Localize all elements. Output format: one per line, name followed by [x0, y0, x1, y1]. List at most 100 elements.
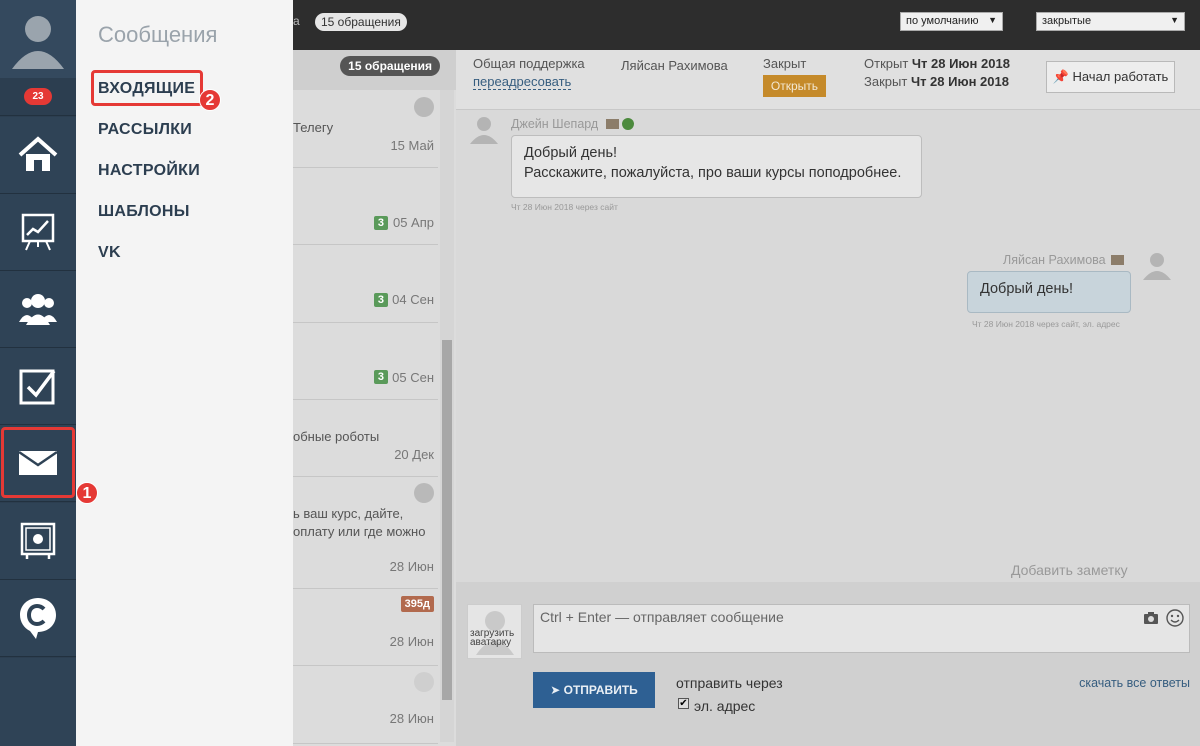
messages-menu: Сообщения ВХОДЯЩИЕ РАССЫЛКИ НАСТРОЙКИ ША… — [76, 0, 293, 746]
user-avatar-icon — [1143, 253, 1171, 280]
list-item[interactable]: ь ваш курс, дайте, оплату или где можно … — [293, 477, 438, 589]
highlight-inbox-item — [91, 70, 203, 106]
list-item[interactable]: Телегу 15 Май — [293, 90, 438, 168]
list-item-date: 04 Сен — [392, 292, 434, 307]
scrollbar-thumb[interactable] — [442, 340, 452, 700]
list-item-date: 28 Июн — [389, 559, 434, 574]
list-item[interactable]: 3 05 Апр — [293, 168, 438, 245]
user-avatar-icon — [470, 117, 498, 144]
list-item[interactable]: 395д 28 Июн — [293, 589, 438, 666]
notifications[interactable]: 23 — [0, 78, 76, 116]
list-item-text: оплату или где можно — [293, 524, 426, 539]
rail-item-brand[interactable] — [0, 580, 76, 657]
checkbox-icon — [19, 369, 56, 405]
message-bubble: Добрый день! — [967, 271, 1131, 313]
notification-badge: 23 — [24, 88, 52, 105]
list-item-date: 20 Дек — [394, 447, 434, 462]
open-button[interactable]: Открыть — [763, 75, 826, 97]
brand-c-icon — [20, 598, 56, 639]
send-button-label: ОТПРАВИТЬ — [563, 683, 638, 697]
pin-icon: 📌 — [1052, 69, 1069, 84]
top-bar: а 15 обращения по умолчанию ▼ закрытые ▼ — [293, 0, 1200, 50]
home-icon — [18, 136, 58, 171]
redirect-link[interactable]: переадресовать — [473, 74, 572, 90]
upload-avatar-caption: загрузить аватарку — [470, 628, 515, 648]
list-item-date: 05 Сен — [392, 370, 434, 385]
online-status-icon — [622, 118, 634, 130]
message-input[interactable]: Ctrl + Enter — отправляет сообщение — [533, 604, 1190, 653]
conversation-list: 15 обращения Телегу 15 Май 3 05 Апр 3 04… — [293, 50, 456, 746]
opened-date: Чт 28 Июн 2018 — [911, 56, 1010, 71]
opened-label: Открыт — [864, 56, 909, 71]
user-profile[interactable] — [0, 0, 76, 78]
list-item-text: ь ваш курс, дайте, — [293, 506, 404, 521]
message-text: Добрый день! — [980, 281, 1074, 297]
start-work-label: Начал работать — [1072, 69, 1169, 84]
chart-board-icon — [21, 213, 55, 251]
app: а 15 обращения по умолчанию ▼ закрытые ▼ 1… — [0, 0, 1200, 746]
list-item[interactable]: 3 05 Сен — [293, 323, 438, 400]
menu-item-mailings[interactable]: РАССЫЛКИ — [98, 121, 192, 139]
menu-item-settings[interactable]: НАСТРОЙКИ — [98, 162, 200, 180]
unread-badge: 3 — [373, 216, 388, 230]
email-option-label: эл. адрес — [694, 698, 756, 714]
user-avatar-icon — [12, 16, 64, 69]
rail-item-users[interactable] — [0, 271, 76, 348]
list-item-date: 15 Май — [390, 138, 434, 153]
add-note-link[interactable]: Добавить заметку — [1011, 562, 1128, 578]
message-text: Добрый день! — [524, 145, 618, 161]
unread-badge: 3 — [373, 293, 388, 307]
list-item[interactable]: обные роботы 20 Дек — [293, 400, 438, 477]
message-bubble: Добрый день! Расскажите, пожалуйста, про… — [511, 135, 922, 198]
age-badge: 395д — [400, 596, 434, 612]
list-item-date: 28 Июн — [389, 711, 434, 726]
email-checkbox[interactable]: ✔ — [678, 698, 689, 709]
menu-item-vk[interactable]: VK — [98, 244, 121, 262]
topbar-fragment: а — [293, 14, 300, 28]
sort-select-value: по умолчанию — [906, 15, 979, 27]
emoji-icon[interactable] — [1166, 609, 1184, 627]
rail-item-home[interactable] — [0, 117, 76, 194]
avatar — [414, 97, 434, 117]
avatar — [414, 483, 434, 503]
menu-item-templates[interactable]: ШАБЛОНЫ — [98, 203, 190, 221]
left-rail: 23 — [0, 0, 76, 746]
message-author: Джейн Шепард — [511, 117, 599, 131]
rail-item-analytics[interactable] — [0, 194, 76, 271]
list-item-date: 28 Июн — [389, 634, 434, 649]
download-answers-link[interactable]: скачать все ответы — [1079, 676, 1190, 690]
message-meta: Чт 28 Июн 2018 через сайт, эл. адрес — [972, 319, 1120, 329]
list-item[interactable]: 28 Июн — [293, 666, 438, 744]
send-button[interactable]: ➤ ОТПРАВИТЬ — [533, 672, 655, 708]
start-work-button[interactable]: 📌 Начал работать — [1046, 61, 1175, 93]
annotation-number-1: 1 — [76, 482, 98, 504]
closed-date: Чт 28 Июн 2018 — [910, 74, 1009, 89]
message-author: Ляйсан Рахимова — [1003, 253, 1106, 267]
message-meta: Чт 28 Июн 2018 через сайт — [511, 202, 618, 212]
department-label: Общая поддержка — [473, 56, 585, 71]
closed-label: Закрыт — [864, 74, 908, 89]
list-item-text: обные роботы — [293, 429, 380, 444]
flag-icon — [606, 119, 619, 129]
camera-icon[interactable] — [1143, 611, 1159, 625]
list-item-text: Телегу — [293, 120, 334, 135]
rail-empty — [0, 658, 76, 746]
highlight-messages-rail — [1, 427, 75, 498]
filter-select[interactable]: закрытые ▼ — [1036, 12, 1185, 31]
chevron-down-icon: ▼ — [1170, 15, 1179, 25]
paper-plane-icon: ➤ — [550, 683, 561, 697]
list-scrollbar[interactable] — [440, 90, 454, 742]
list-item[interactable]: 3 04 Сен — [293, 245, 438, 323]
list-header: 15 обращения — [293, 50, 456, 90]
sort-select[interactable]: по умолчанию ▼ — [900, 12, 1003, 31]
safe-icon — [20, 522, 56, 559]
unread-badge: 3 — [373, 370, 388, 384]
status-label: Закрыт — [763, 56, 807, 71]
requests-pill: 15 обращения — [315, 13, 407, 31]
avatar — [414, 672, 434, 692]
send-via-label: отправить через — [676, 675, 783, 691]
agent-name: Ляйсан Рахимова — [621, 58, 728, 73]
rail-item-tasks[interactable] — [0, 348, 76, 425]
upload-avatar[interactable]: загрузить аватарку — [467, 604, 522, 659]
rail-item-safe[interactable] — [0, 503, 76, 580]
